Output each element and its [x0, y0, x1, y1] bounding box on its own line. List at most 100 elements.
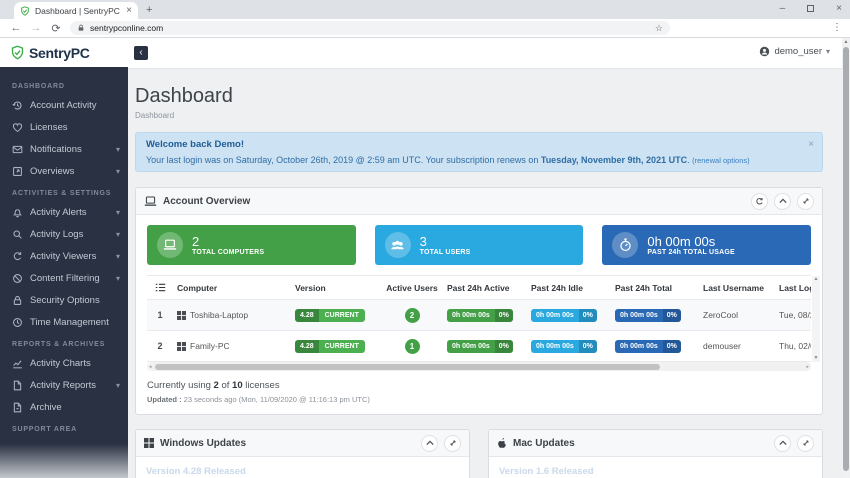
reload-icon[interactable]: ⟳	[46, 22, 66, 35]
sidebar-item-content-filtering[interactable]: Content Filtering ▾	[0, 267, 128, 289]
browser-menu-icon[interactable]: ⋮	[832, 22, 842, 33]
chevron-down-icon: ▾	[115, 207, 120, 217]
table-row[interactable]: 1 Toshiba-Laptop 4.28 CURRENT 2 0h 00m 00…	[147, 300, 811, 331]
past24h-usage-value: 0h 00m 00s	[647, 233, 716, 249]
sidebar-item-licenses[interactable]: Licenses	[0, 116, 128, 138]
version-badge: 4.28 CURRENT	[295, 339, 365, 353]
windows-icon	[144, 438, 154, 448]
sidebar-item-activity-reports[interactable]: Activity Reports ▾	[0, 374, 128, 396]
page-content: Dashboard Dashboard Welcome back Demo! Y…	[128, 69, 842, 478]
sidebar-item-activity-alerts[interactable]: Activity Alerts ▾	[0, 201, 128, 223]
refresh-panel-button[interactable]	[751, 192, 768, 210]
sidebar-item-activity-viewers[interactable]: Activity Viewers ▾	[0, 245, 128, 267]
page-scroll-thumb[interactable]	[843, 47, 849, 471]
scroll-up-icon[interactable]: ▲	[842, 38, 850, 46]
collapse-panel-button[interactable]	[774, 434, 791, 452]
table-row[interactable]: 2 Family-PC 4.28 CURRENT 1 0h 00m 00s 0% 0…	[147, 331, 811, 362]
windows-version-link[interactable]: Version 4.28 Released	[146, 466, 246, 477]
version-cell: 4.28 CURRENT	[291, 308, 381, 322]
expand-panel-button[interactable]	[797, 434, 814, 452]
past24h-usage-card: 0h 00m 00s PAST 24h TOTAL USAGE	[602, 225, 812, 265]
sidebar-collapse-button[interactable]: ‹	[134, 46, 148, 60]
idle-time-badge: 0h 00m 00s 0%	[531, 308, 597, 322]
collapse-panel-button[interactable]	[774, 192, 791, 210]
laptop-icon	[144, 196, 157, 206]
sidebar-item-activity-charts[interactable]: Activity Charts	[0, 352, 128, 374]
expand-panel-button[interactable]	[797, 192, 814, 210]
sidebar-item-account-activity[interactable]: Account Activity	[0, 94, 128, 116]
expand-panel-button[interactable]	[444, 434, 461, 452]
col-past24-idle[interactable]: Past 24h Idle	[527, 283, 611, 293]
tab-close-icon[interactable]: ×	[126, 5, 132, 16]
total-time-badge: 0h 00m 00s 0%	[615, 308, 681, 322]
col-version[interactable]: Version	[291, 283, 381, 293]
active-users-badge: 2	[404, 307, 420, 323]
user-menu[interactable]: demo_user ▾	[759, 46, 830, 57]
col-last-username[interactable]: Last Username	[699, 283, 775, 293]
scroll-right-icon[interactable]: ▸	[806, 364, 809, 370]
col-last-login[interactable]: Last Login	[775, 283, 811, 293]
total-users-value: 3	[419, 233, 427, 249]
idle-pct: 0%	[578, 339, 597, 353]
col-active-users[interactable]: Active Users	[381, 283, 443, 293]
url-bar[interactable]: sentrypconline.com ☆	[70, 21, 670, 35]
sidebar-item-label: Time Management	[30, 316, 109, 328]
scroll-left-icon[interactable]: ◂	[149, 364, 152, 370]
new-tab-icon[interactable]: +	[146, 4, 152, 16]
forward-icon[interactable]: →	[26, 22, 46, 34]
ban-icon	[13, 273, 22, 283]
total-users-card: 3 TOTAL USERS	[374, 225, 584, 265]
version-status: CURRENT	[318, 339, 365, 353]
sidebar-item-label: Content Filtering	[30, 272, 100, 284]
sidebar-item-activity-logs[interactable]: Activity Logs ▾	[0, 223, 128, 245]
sidebar-item-label: Activity Reports	[30, 379, 96, 391]
scroll-up-icon[interactable]: ▲	[814, 276, 819, 283]
sidebar-item-time-management[interactable]: Time Management	[0, 311, 128, 333]
total-pct: 0%	[662, 308, 681, 322]
sidebar-item-archive[interactable]: Archive	[0, 396, 128, 418]
row-number: 2	[157, 341, 163, 351]
maximize-icon[interactable]	[807, 5, 815, 12]
col-computer[interactable]: Computer	[173, 283, 291, 293]
table-vertical-scrollbar[interactable]: ▲ ▼	[812, 276, 820, 362]
bookmark-star-icon[interactable]: ☆	[655, 23, 663, 34]
alert-close-icon[interactable]: ×	[808, 139, 814, 150]
lock-icon	[13, 295, 22, 305]
sidebar-item-overviews[interactable]: Overviews ▾	[0, 160, 128, 182]
idle-time-badge: 0h 00m 00s 0%	[531, 339, 597, 353]
sentrypc-logo[interactable]: SentryPC	[0, 38, 128, 67]
sidebar-item-notifications[interactable]: Notifications ▾	[0, 138, 128, 160]
sidebar-fade	[0, 444, 128, 478]
browser-tab[interactable]: Dashboard | SentryPC ×	[14, 2, 138, 19]
licenses-icon	[12, 122, 23, 132]
page-scrollbar[interactable]: ▲	[842, 38, 850, 478]
chart-icon	[13, 359, 22, 368]
license-text: of	[218, 380, 233, 391]
total-computers-label: TOTAL COMPUTERS	[192, 249, 265, 257]
sidebar-item-label: Security Options	[30, 294, 100, 306]
user-icon	[760, 46, 770, 57]
active-pct: 0%	[494, 308, 513, 322]
col-past24-total[interactable]: Past 24h Total	[611, 283, 699, 293]
mac-version-link[interactable]: Version 1.6 Released	[499, 466, 594, 477]
scroll-down-icon[interactable]: ▼	[814, 355, 819, 362]
alert-message-text: Your last login was on Saturday, October…	[146, 155, 541, 165]
row-number: 1	[157, 310, 163, 320]
collapse-panel-button[interactable]	[421, 434, 438, 452]
total-time-badge: 0h 00m 00s 0%	[615, 339, 681, 353]
renewal-options-link[interactable]: (renewal options)	[692, 156, 750, 165]
table-horizontal-scrollbar[interactable]: ◂ ▸	[147, 362, 811, 371]
sidebar-item-security-options[interactable]: Security Options	[0, 289, 128, 311]
horizontal-scroll-thumb[interactable]	[155, 363, 660, 370]
updated-text: 23 seconds ago (Mon, 11/09/2020 @ 11:16:…	[181, 395, 370, 404]
window-close-icon[interactable]: ×	[836, 3, 842, 14]
back-icon[interactable]: ←	[6, 22, 26, 34]
user-name: demo_user	[774, 46, 822, 57]
panel-title: Windows Updates	[160, 437, 247, 449]
col-past24-active[interactable]: Past 24h Active	[443, 283, 527, 293]
panel-title: Mac Updates	[513, 437, 575, 449]
table-header-row: Computer Version Active Users Past 24h A…	[147, 276, 811, 300]
minimize-icon[interactable]: –	[780, 3, 786, 14]
license-text: licenses	[242, 380, 280, 391]
browser-window: Dashboard | SentryPC × + – × ← → ⟳ sentr…	[0, 0, 850, 478]
